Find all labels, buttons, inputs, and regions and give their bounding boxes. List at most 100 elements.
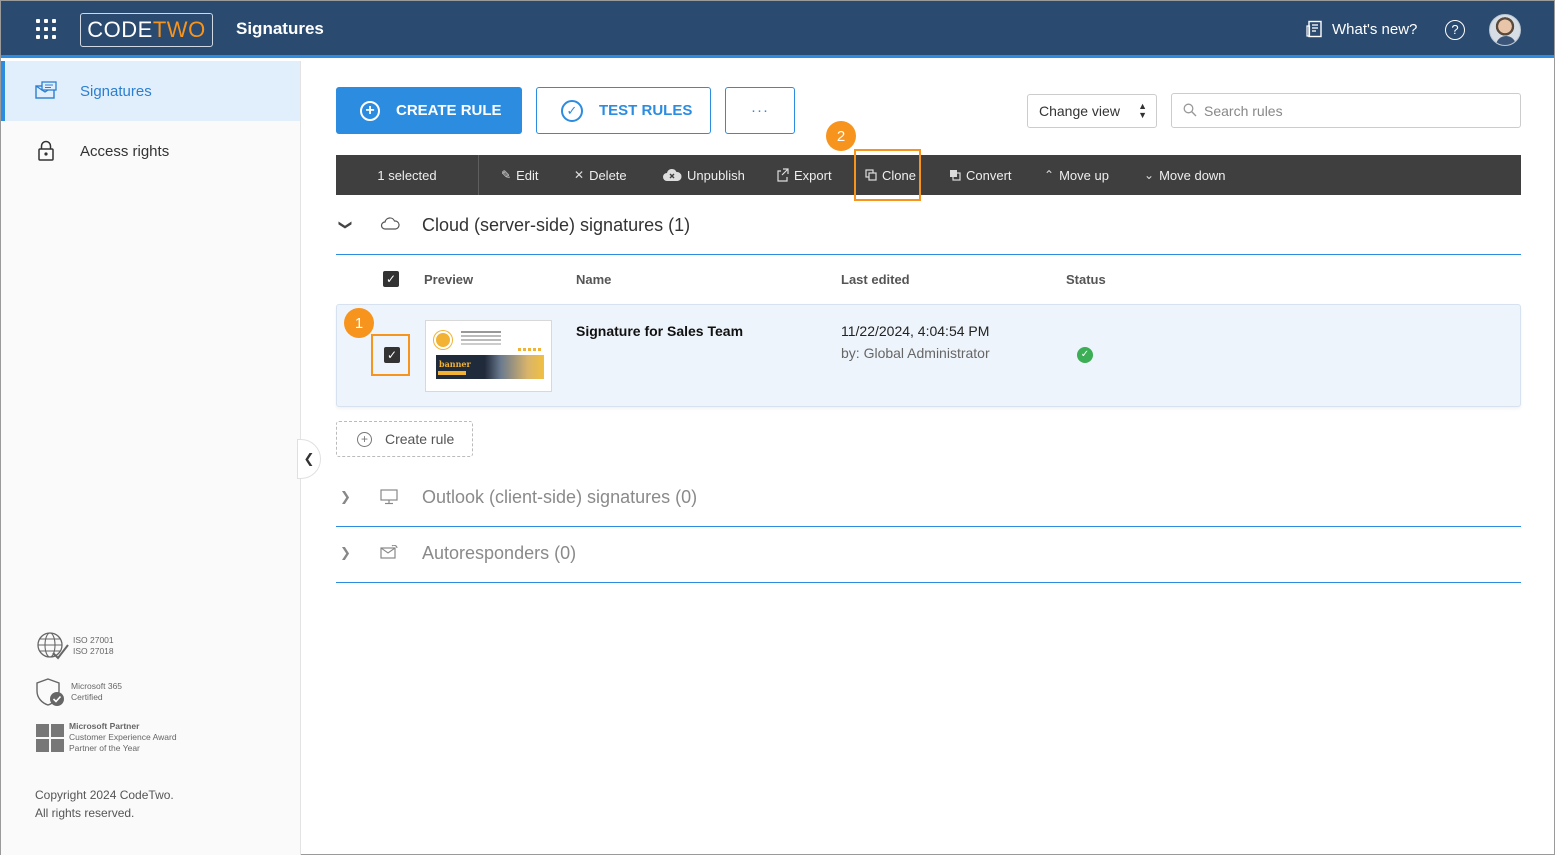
step-marker-1: 1	[344, 308, 374, 338]
iso-badge: ISO 27001 ISO 27018	[35, 631, 235, 661]
sidebar-item-label: Access rights	[80, 142, 170, 160]
export-label: Export	[794, 167, 832, 183]
whats-new-link[interactable]: What's new?	[1306, 20, 1417, 38]
plus-circle-icon: +	[360, 100, 380, 121]
monitor-icon	[380, 489, 398, 510]
shield-check-icon	[36, 678, 64, 706]
test-rules-button[interactable]: ✓ TEST RULES	[536, 87, 711, 134]
globe-check-icon	[37, 632, 69, 660]
column-header-status[interactable]: Status	[1066, 272, 1106, 287]
copyright: Copyright 2024 CodeTwo. All rights reser…	[35, 786, 174, 822]
copyright-line: All rights reserved.	[35, 806, 135, 820]
top-bar: CODE TWO Signatures What's new? ?	[1, 1, 1554, 58]
signature-envelope-icon	[35, 80, 57, 102]
last-edited-by: by: Global Administrator	[841, 345, 990, 361]
checkbox-highlight-box	[371, 334, 410, 376]
user-avatar[interactable]	[1489, 14, 1521, 46]
create-rule-inline-label: Create rule	[385, 431, 455, 447]
export-icon	[777, 168, 789, 182]
column-header-last-edited[interactable]: Last edited	[841, 272, 910, 287]
search-rules-input[interactable]: Search rules	[1171, 93, 1521, 128]
group-autoresponders[interactable]: ❯ Autoresponders (0)	[336, 525, 1521, 583]
last-edited-date: 11/22/2024, 4:04:54 PM	[841, 323, 990, 339]
lock-icon	[35, 140, 57, 162]
change-view-label: Change view	[1039, 103, 1120, 119]
selected-count: 1 selected	[336, 155, 479, 195]
sidebar-item-label: Signatures	[80, 82, 152, 100]
rule-name[interactable]: Signature for Sales Team	[576, 323, 743, 339]
chevron-down-icon[interactable]: ❯	[337, 220, 353, 231]
test-rules-label: TEST RULES	[599, 102, 693, 119]
column-header-name[interactable]: Name	[576, 272, 611, 287]
create-rule-label: CREATE RULE	[396, 102, 502, 119]
microsoft-partner-badge: Microsoft Partner Customer Experience Awa…	[35, 721, 235, 754]
sun-logo-icon	[436, 333, 450, 347]
search-icon	[1183, 103, 1197, 120]
unpublish-label: Unpublish	[687, 167, 745, 183]
cloud-x-icon	[663, 168, 682, 181]
preview-text-lines	[461, 331, 501, 333]
edit-label: Edit	[516, 167, 539, 183]
group-title: Outlook (client-side) signatures (0)	[422, 487, 698, 507]
chevron-left-icon: ❮	[303, 451, 315, 466]
group-cloud-signatures[interactable]: ❯ Cloud (server-side) signatures (1)	[336, 197, 1521, 255]
help-icon[interactable]: ?	[1445, 20, 1465, 40]
preview-banner-text: banner	[439, 359, 471, 369]
move-down-label: Move down	[1159, 167, 1226, 183]
convert-icon	[950, 170, 961, 181]
cloud-icon	[380, 217, 400, 236]
badge-text: ISO 27001	[73, 635, 114, 645]
badge-text: Customer Experience Award	[69, 732, 177, 742]
sidebar-item-access-rights[interactable]: Access rights	[1, 121, 300, 181]
m365-badge: Microsoft 365 Certified	[35, 677, 235, 707]
unpublish-button[interactable]: Unpublish	[662, 155, 745, 195]
updown-arrows-icon: ▲ ▼	[1138, 101, 1147, 120]
delete-button[interactable]: ✕ Delete	[574, 155, 627, 195]
codetwo-logo[interactable]: CODE TWO	[80, 13, 213, 47]
selection-toolbar: 1 selected ✎ Edit ✕ Delete Unpublish Expor…	[336, 155, 1521, 195]
create-rule-button[interactable]: + CREATE RULE	[336, 87, 522, 134]
badge-text: Partner of the Year	[69, 743, 140, 753]
step-marker-2: 2	[826, 121, 856, 151]
create-rule-inline-button[interactable]: + Create rule	[336, 421, 473, 457]
chevron-up-icon: ⌃	[1044, 168, 1055, 182]
chevron-right-icon[interactable]: ❯	[340, 489, 351, 505]
logo-text-code: CODE	[87, 17, 153, 42]
app-title: Signatures	[236, 19, 324, 38]
plus-circle-icon: +	[357, 431, 372, 447]
move-down-button[interactable]: ⌄ Move down	[1144, 155, 1226, 195]
preview-social-dots	[518, 348, 542, 351]
sidebar-item-signatures[interactable]: Signatures	[1, 61, 300, 121]
export-button[interactable]: Export	[776, 155, 832, 195]
table-header: ✓ Preview Name Last edited Status	[336, 263, 1521, 297]
select-all-checkbox[interactable]: ✓	[383, 271, 399, 287]
microsoft-logo-icon	[36, 723, 64, 752]
badge-text: ISO 27018	[73, 646, 114, 656]
convert-button[interactable]: Convert	[949, 155, 1012, 195]
delete-label: Delete	[589, 167, 627, 183]
group-title: Cloud (server-side) signatures (1)	[422, 215, 691, 235]
move-up-button[interactable]: ⌃ Move up	[1044, 155, 1109, 195]
copyright-line: Copyright 2024 CodeTwo.	[35, 788, 174, 802]
column-header-preview: Preview	[424, 272, 474, 287]
badge-text: Microsoft 365	[71, 681, 123, 691]
table-row[interactable]: ✓ banner Signature for Sales Team 11/22/…	[336, 304, 1521, 407]
status-check-icon: ✓	[1077, 347, 1093, 363]
edit-button[interactable]: ✎ Edit	[501, 155, 538, 195]
preview-banner-bar	[438, 371, 466, 375]
collapse-sidebar-button[interactable]: ❮	[297, 439, 321, 479]
app-launcher-icon[interactable]	[36, 19, 56, 39]
group-outlook-signatures[interactable]: ❯ Outlook (client-side) signatures (0)	[336, 469, 1521, 527]
whats-new-label: What's new?	[1332, 20, 1418, 38]
change-view-select[interactable]: Change view ▲ ▼	[1027, 94, 1157, 128]
search-placeholder: Search rules	[1204, 102, 1283, 119]
more-actions-button[interactable]: ···	[725, 87, 795, 134]
move-up-label: Move up	[1059, 167, 1109, 183]
clone-highlight-box	[854, 149, 921, 201]
autoresponder-mail-icon	[380, 544, 398, 566]
chevron-down-icon: ⌄	[1144, 168, 1155, 182]
chevron-right-icon[interactable]: ❯	[340, 545, 351, 561]
news-icon	[1306, 20, 1322, 38]
signature-preview-thumbnail[interactable]: banner	[425, 320, 552, 392]
pencil-icon: ✎	[501, 168, 512, 182]
